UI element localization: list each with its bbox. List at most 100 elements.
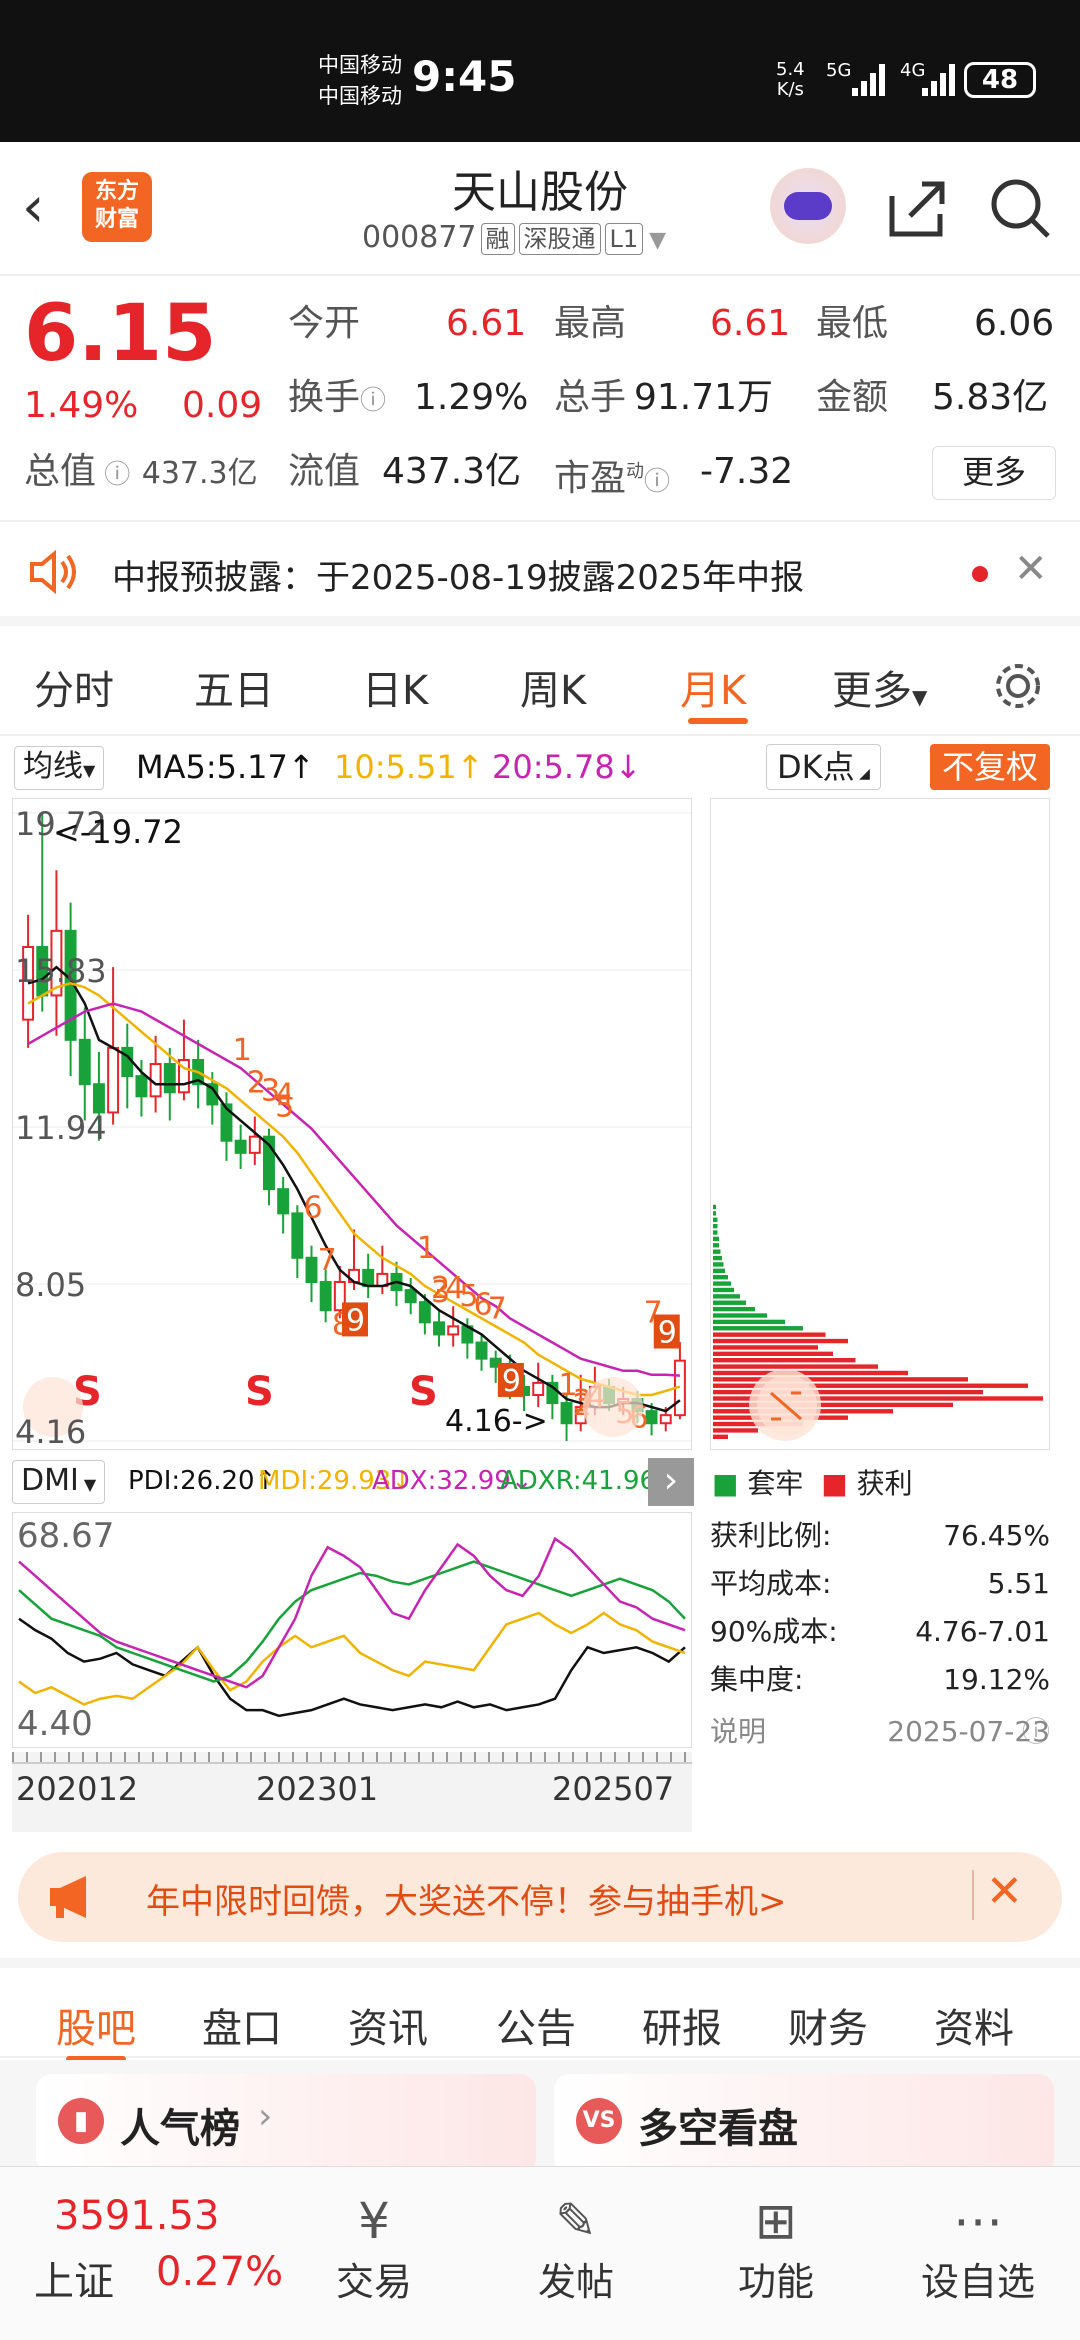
index-value[interactable]: 3591.53 [54, 2193, 219, 2239]
candle-body [475, 1341, 488, 1360]
notice-bar[interactable]: 中报预披露：于2025-08-19披露2025年中报 ✕ [0, 526, 1080, 626]
turnover-label[interactable]: 换手ⓘ [288, 376, 386, 423]
ma-select[interactable]: 均线▼ [14, 746, 105, 790]
nine-turn-mark: 9 [346, 1303, 365, 1338]
share-icon[interactable] [884, 176, 948, 240]
low-label: 最低 [816, 303, 889, 344]
candle-body [163, 1063, 176, 1094]
low-value: 6.06 [974, 303, 1055, 344]
ma10-value: 10:5.51↑ [334, 748, 484, 786]
chip-stats: 获利比例: 76.45% 平均成本: 5.51 90%成本: 4.76-7.01 集中… [710, 1458, 1060, 1758]
max-price-label: <-19.72 [53, 813, 183, 851]
dk-point-select[interactable]: DK点 ◢ [766, 744, 881, 790]
indicator-select[interactable]: DMI ▼ [12, 1460, 106, 1504]
close-icon[interactable]: ✕ [1014, 546, 1048, 592]
tab-profile[interactable]: 资料 [934, 1996, 1014, 2054]
chart-indicator-bar: 均线▼ MA5:5.17↑ 10:5.51↑ 20:5.78↓ DK点 ◢ 不复… [0, 740, 1080, 798]
kline-grid [13, 812, 691, 1442]
more-button[interactable]: 更多 [932, 446, 1056, 500]
total-cap-label[interactable]: 总值 ⓘ 437.3亿 [24, 450, 258, 497]
chip-bar [713, 1358, 856, 1363]
date-end: 202507 [552, 1770, 675, 1808]
nav-functions[interactable]: ⊞ 功能 [706, 2191, 846, 2306]
total-cap: 437.3亿 [141, 456, 258, 491]
pe-label[interactable]: 市盈动ⓘ [554, 450, 670, 504]
chip-bar [713, 1338, 848, 1344]
tag-connect: 深股通 [518, 223, 601, 255]
candle-body [291, 1212, 304, 1259]
tab-intraday[interactable]: 分时 [34, 658, 114, 716]
carrier-2: 中国移动 [318, 84, 402, 108]
tab-news[interactable]: 资讯 [348, 1996, 428, 2054]
popularity-card[interactable]: ▮ 人气榜 › [36, 2074, 536, 2174]
stat-note[interactable]: 说明 ⓘ 2025-07-23 [710, 1712, 1050, 1752]
tab-finance[interactable]: 财务 [788, 1996, 868, 2054]
promo-close-icon[interactable]: ✕ [986, 1866, 1023, 1917]
candle-body [234, 1139, 247, 1154]
stat-avg-cost: 平均成本: 5.51 [710, 1567, 1050, 1600]
tab-weekly[interactable]: 周K [520, 658, 586, 716]
tab-orderbook[interactable]: 盘口 [202, 1996, 282, 2054]
battery-icon: 48 [964, 62, 1036, 98]
nine-turn-mark: 1 [417, 1231, 436, 1266]
index-name[interactable]: 上证 [34, 2249, 114, 2307]
change-amount: 0.09 [182, 385, 263, 426]
candle-body [319, 1280, 332, 1312]
tab-announcements[interactable]: 公告 [496, 1996, 576, 2054]
signal-icon-2 [922, 62, 958, 96]
index-pct[interactable]: 0.27% [156, 2249, 283, 2295]
y-tick-label: 15.83 [15, 952, 107, 990]
tab-research[interactable]: 研报 [642, 1996, 722, 2054]
assistant-avatar[interactable] [770, 168, 846, 244]
search-icon[interactable] [988, 176, 1052, 240]
more-dots-icon: ⋯ [953, 2192, 1003, 2250]
candle-body [305, 1256, 318, 1283]
feature-cards: ▮ 人气榜 › VS 多空看盘 [0, 2060, 1080, 2174]
stat-90-cost: 90%成本: 4.76-7.01 [710, 1615, 1050, 1648]
tab-more[interactable]: 更多▼ [832, 658, 927, 716]
status-bar: 中国移动 中国移动 9:45 5.4 K/s 5G 4G 48 [0, 0, 1080, 142]
nine-turn-mark: 5 [275, 1090, 294, 1125]
chip-bar [713, 1281, 731, 1286]
volume-value: 91.71万 [634, 377, 774, 418]
adxr-line [18, 1536, 686, 1689]
candle-body [659, 1414, 672, 1425]
adjust-button[interactable]: 不复权 [930, 744, 1051, 790]
stat-profit-ratio: 获利比例: 76.45% [710, 1519, 1050, 1552]
ma5-value: MA5:5.17↑ [136, 748, 315, 786]
nine-turn-mark: 6 [303, 1190, 322, 1225]
content-tabs: 股吧 盘口 资讯 公告 研报 财务 资料 [0, 1958, 1080, 2062]
grid-icon: ⊞ [755, 2192, 797, 2250]
chip-bar [713, 1249, 721, 1254]
chip-distribution-chart[interactable] [710, 798, 1050, 1450]
tag-level: L1 [604, 223, 644, 255]
candle-body [277, 1188, 290, 1215]
nav-trade[interactable]: ¥ 交易 [304, 2191, 444, 2306]
nav-watchlist[interactable]: ⋯ 设自选 [908, 2191, 1048, 2306]
expand-right-icon[interactable]: › [648, 1458, 694, 1506]
chip-bar [713, 1268, 725, 1274]
net-speed: 5.4 K/s [776, 59, 805, 100]
long-short-card[interactable]: VS 多空看盘 [554, 2074, 1054, 2174]
candle-body [135, 1075, 148, 1098]
dmi-top-label: 68.67 [17, 1516, 114, 1556]
tab-monthly[interactable]: 月K [680, 658, 746, 716]
candle-body [447, 1325, 460, 1336]
quote-panel: 6.15 1.49% 0.09 总值 ⓘ 437.3亿 今开 6.61 最高 6… [0, 278, 1080, 522]
kline-chart[interactable]: 1234567891234567912345679SSS 19.7215.831… [12, 798, 692, 1450]
float-cap-label: 流值 [288, 451, 361, 492]
kline-ma-lines [27, 965, 681, 1413]
tab-5day[interactable]: 五日 [194, 658, 274, 716]
tab-daily[interactable]: 日K [362, 658, 428, 716]
nav-post[interactable]: ✎ 发帖 [506, 2191, 646, 2306]
tab-forum[interactable]: 股吧 [56, 1996, 136, 2054]
dmi-chart[interactable]: 68.67 4.40 [12, 1512, 692, 1748]
settings-icon[interactable] [990, 658, 1046, 714]
chip-bar [713, 1211, 716, 1216]
candle-body [121, 1046, 134, 1078]
chip-bar [713, 1294, 740, 1299]
chip-bar [713, 1217, 718, 1222]
sig-5g-label: 5G [826, 60, 852, 81]
change-pct: 1.49% [24, 385, 139, 426]
promo-banner[interactable]: 年中限时回馈，大奖送不停！参与抽手机> ✕ [18, 1852, 1062, 1942]
